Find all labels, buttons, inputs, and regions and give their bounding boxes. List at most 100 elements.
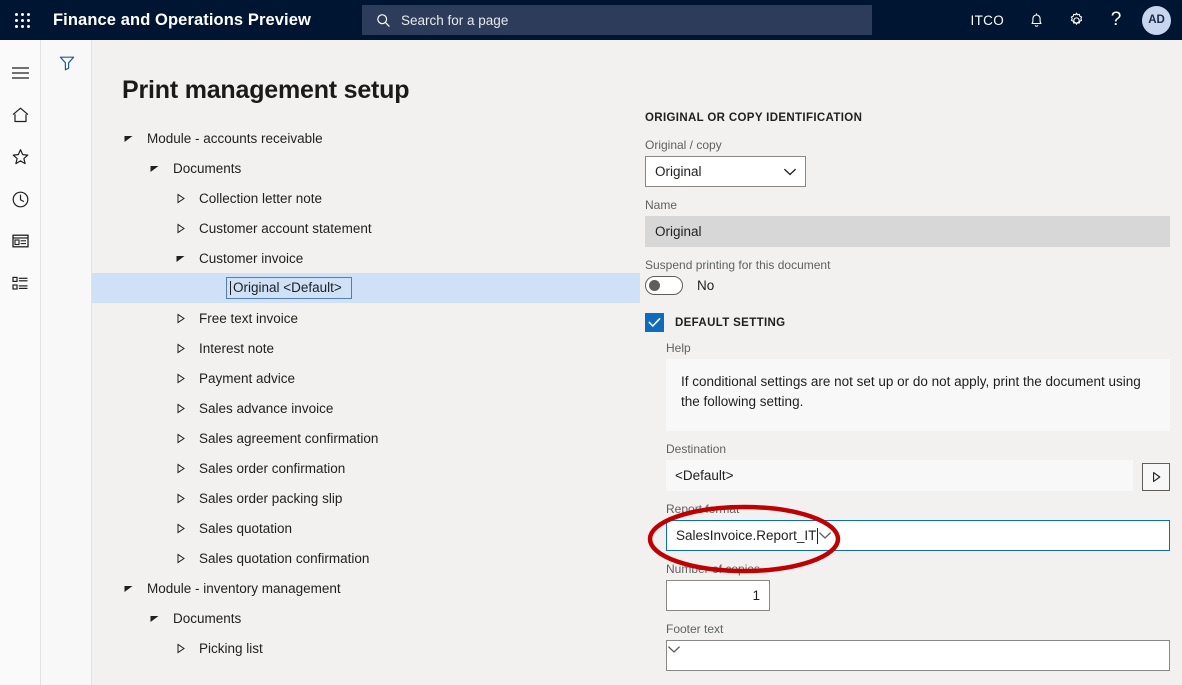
default-setting-body: Help If conditional settings are not set… bbox=[666, 341, 1170, 671]
search-box[interactable]: Search for a page bbox=[362, 5, 872, 35]
triangle-down-icon[interactable] bbox=[148, 612, 161, 625]
triangle-down-icon[interactable] bbox=[148, 162, 161, 175]
tree-node-label: Payment advice bbox=[199, 370, 296, 386]
triangle-right-icon[interactable] bbox=[174, 492, 187, 505]
triangle-right-icon[interactable] bbox=[174, 432, 187, 445]
original-copy-dropdown[interactable]: Original bbox=[645, 156, 806, 187]
report-format-input[interactable]: SalesInvoice.Report_IT bbox=[666, 520, 1170, 551]
star-icon[interactable] bbox=[0, 136, 41, 178]
destination-row: <Default> bbox=[666, 460, 1170, 491]
tree-node-label: Sales order packing slip bbox=[199, 490, 343, 506]
triangle-right-icon[interactable] bbox=[174, 312, 187, 325]
tree-node-label: Collection letter note bbox=[199, 190, 323, 206]
tree-row[interactable]: Module - inventory management bbox=[122, 573, 670, 603]
tree-node-label: Sales advance invoice bbox=[199, 400, 334, 416]
triangle-right-icon[interactable] bbox=[174, 462, 187, 475]
default-setting-label: DEFAULT SETTING bbox=[675, 316, 786, 329]
tree-row[interactable]: Collection letter note bbox=[122, 183, 670, 213]
filter-funnel-icon[interactable] bbox=[58, 54, 76, 77]
company-selector[interactable]: ITCO bbox=[959, 0, 1016, 40]
tree-row[interactable]: Documents bbox=[122, 603, 670, 633]
tree-row[interactable]: Picking list bbox=[122, 633, 670, 663]
tree-row[interactable]: Customer invoice bbox=[122, 243, 670, 273]
field-suspend-printing: Suspend printing for this document No bbox=[645, 258, 1170, 295]
default-setting-checkbox[interactable] bbox=[645, 313, 664, 332]
tree-row[interactable]: Sales agreement confirmation bbox=[122, 423, 670, 453]
field-help: Help If conditional settings are not set… bbox=[666, 341, 1170, 431]
triangle-right-icon[interactable] bbox=[174, 522, 187, 535]
tree-node-label: Original <Default> bbox=[226, 277, 352, 299]
tree-row[interactable]: Sales order confirmation bbox=[122, 453, 670, 483]
left-nav-rail bbox=[0, 40, 41, 685]
tree-node-label: Module - inventory management bbox=[147, 580, 341, 596]
tree-row[interactable]: Module - accounts receivable bbox=[122, 123, 670, 153]
clock-icon[interactable] bbox=[0, 178, 41, 220]
field-name: Name Original bbox=[645, 198, 1170, 247]
tree-node-label: Customer invoice bbox=[199, 250, 304, 266]
help-label: Help bbox=[666, 341, 691, 355]
triangle-down-icon[interactable] bbox=[122, 582, 135, 595]
details-pane: ORIGINAL OR COPY IDENTIFICATION Original… bbox=[645, 112, 1170, 682]
triangle-right-icon[interactable] bbox=[174, 552, 187, 565]
name-value: Original bbox=[645, 216, 1170, 247]
name-label: Name bbox=[645, 198, 678, 212]
modules-list-icon[interactable] bbox=[0, 262, 41, 304]
footer-text-label: Footer text bbox=[666, 622, 724, 636]
triangle-down-icon[interactable] bbox=[174, 252, 187, 265]
suspend-printing-row: No bbox=[645, 276, 1170, 295]
tree-row[interactable]: Sales order packing slip bbox=[122, 483, 670, 513]
play-triangle-icon[interactable] bbox=[1142, 463, 1170, 491]
tree-row[interactable]: Payment advice bbox=[122, 363, 670, 393]
suspend-printing-value: No bbox=[697, 278, 715, 293]
report-format-label: Report format bbox=[666, 502, 740, 516]
tree-row[interactable]: Original <Default> bbox=[92, 273, 640, 303]
field-number-of-copies: Number of copies 1 bbox=[666, 562, 1170, 611]
tree-node-label: Interest note bbox=[199, 340, 275, 356]
number-of-copies-label: Number of copies bbox=[666, 562, 761, 576]
home-icon[interactable] bbox=[0, 94, 41, 136]
bell-icon[interactable] bbox=[1016, 0, 1056, 40]
triangle-down-icon[interactable] bbox=[122, 132, 135, 145]
tree-row[interactable]: Sales advance invoice bbox=[122, 393, 670, 423]
suspend-printing-toggle[interactable] bbox=[645, 276, 683, 295]
print-management-tree: Module - accounts receivable Documents Col… bbox=[92, 123, 670, 663]
tree-node-label: Documents bbox=[173, 610, 242, 626]
action-pane bbox=[41, 40, 92, 685]
gear-icon[interactable] bbox=[1056, 0, 1096, 40]
triangle-right-icon[interactable] bbox=[174, 192, 187, 205]
app-launcher-grid bbox=[14, 12, 30, 28]
triangle-right-icon[interactable] bbox=[174, 342, 187, 355]
page-title: Print management setup bbox=[122, 76, 410, 104]
chevron-down-icon bbox=[783, 167, 797, 176]
workspace-icon[interactable] bbox=[0, 220, 41, 262]
tree-row[interactable]: Customer account statement bbox=[122, 213, 670, 243]
original-copy-value: Original bbox=[655, 164, 702, 179]
default-setting-header: DEFAULT SETTING bbox=[645, 313, 1170, 332]
tree-node-label: Sales agreement confirmation bbox=[199, 430, 379, 446]
footer-text-dropdown[interactable] bbox=[666, 640, 1170, 671]
chevron-down-icon[interactable] bbox=[818, 528, 832, 543]
app-launcher-icon[interactable] bbox=[0, 0, 44, 40]
triangle-right-icon[interactable] bbox=[174, 222, 187, 235]
number-of-copies-input[interactable]: 1 bbox=[666, 580, 770, 611]
app-title: Finance and Operations Preview bbox=[53, 10, 311, 29]
tree-node-label: Module - accounts receivable bbox=[147, 130, 323, 146]
header-actions: ITCO ? AD bbox=[959, 0, 1182, 40]
tree-row[interactable]: Sales quotation bbox=[122, 513, 670, 543]
question-mark-icon[interactable]: ? bbox=[1096, 0, 1136, 40]
tree-row[interactable]: Documents bbox=[122, 153, 670, 183]
destination-input[interactable]: <Default> bbox=[666, 460, 1133, 491]
toggle-knob bbox=[649, 280, 660, 291]
hamburger-menu-icon[interactable] bbox=[0, 52, 41, 94]
triangle-right-icon[interactable] bbox=[174, 642, 187, 655]
suspend-printing-label: Suspend printing for this document bbox=[645, 258, 831, 272]
tree-node-label: Sales quotation confirmation bbox=[199, 550, 370, 566]
tree-row[interactable]: Sales quotation confirmation bbox=[122, 543, 670, 573]
tree-row[interactable]: Free text invoice bbox=[122, 303, 670, 333]
search-icon bbox=[376, 13, 391, 28]
triangle-right-icon[interactable] bbox=[174, 372, 187, 385]
avatar[interactable]: AD bbox=[1142, 5, 1171, 35]
field-footer-text: Footer text bbox=[666, 622, 1170, 671]
tree-row[interactable]: Interest note bbox=[122, 333, 670, 363]
triangle-right-icon[interactable] bbox=[174, 402, 187, 415]
